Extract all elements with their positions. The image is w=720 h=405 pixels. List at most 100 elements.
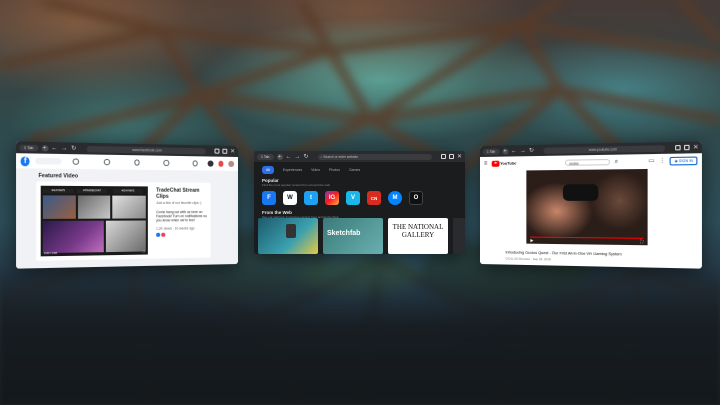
avatar[interactable] <box>228 160 235 167</box>
vr-experience-tile[interactable] <box>258 218 318 254</box>
search-input[interactable]: oculus <box>565 158 611 166</box>
play-icon[interactable]: ▶ <box>530 238 533 243</box>
forward-icon[interactable]: → <box>61 145 68 151</box>
close-icon[interactable]: ✕ <box>693 144 699 151</box>
instagram-icon[interactable]: IG <box>325 191 339 205</box>
oculus-icon[interactable]: O <box>409 191 423 205</box>
popular-sites: F W t IG V CN M O <box>254 187 465 209</box>
video-tag: #TRADECHAT <box>76 189 107 194</box>
vimeo-icon[interactable]: V <box>346 191 360 205</box>
tab-experiences[interactable]: Experiences <box>283 168 302 172</box>
more-tile[interactable] <box>453 218 465 254</box>
sketchfab-tile[interactable]: Sketchfab <box>323 218 383 254</box>
wikipedia-icon[interactable]: W <box>283 191 297 205</box>
refresh-icon[interactable]: ↻ <box>304 154 309 160</box>
tab-all[interactable]: All <box>262 166 274 174</box>
fullscreen-icon[interactable]: ⛶ <box>143 249 145 253</box>
refresh-icon[interactable]: ↻ <box>71 145 76 151</box>
national-gallery-tile[interactable]: THE NATIONAL GALLERY <box>388 218 448 254</box>
plus-icon[interactable]: + <box>276 153 283 160</box>
notifications-icon[interactable] <box>218 160 224 167</box>
menu-icon[interactable] <box>192 160 199 167</box>
tab-video[interactable]: Video <box>311 168 320 172</box>
robot-figure <box>286 224 296 238</box>
video-frame <box>42 195 76 219</box>
tab-count[interactable]: 1 Tab <box>482 148 500 155</box>
category-tabs: All Experiences Video Photos Games <box>254 162 465 174</box>
marketplace-icon[interactable] <box>133 159 140 166</box>
back-icon[interactable]: ← <box>51 145 58 152</box>
web-tiles: Sketchfab THE NATIONAL GALLERY <box>258 218 465 254</box>
video-title[interactable]: TradeChat Stream Clips <box>156 188 208 200</box>
video-player[interactable]: #GAYAM'S #TRADECHAT #GAYAM'S 0:00 / 0:46… <box>40 185 148 257</box>
search-icon[interactable]: ⌕ <box>615 158 619 164</box>
video-frame <box>105 220 146 253</box>
love-icon[interactable] <box>161 232 166 237</box>
facebook-logo[interactable]: f <box>20 155 30 166</box>
signin-label: SIGN IN <box>678 158 693 163</box>
plus-icon[interactable]: + <box>41 144 48 152</box>
bookmark-icon[interactable] <box>214 148 220 154</box>
search-input[interactable]: ⌕ Search or enter website <box>317 153 432 160</box>
video-player[interactable]: ▶ ⛶ <box>526 168 648 246</box>
messenger-icon[interactable] <box>207 160 214 167</box>
new-tab-content: All Experiences Video Photos Games Popul… <box>254 162 465 254</box>
address-bar[interactable]: www.youtube.com <box>543 144 666 154</box>
close-icon[interactable]: ✕ <box>457 154 462 160</box>
video-frame <box>526 168 648 246</box>
tab-count[interactable]: 1 Tab <box>257 153 274 160</box>
video-frame <box>78 195 111 219</box>
new-tab-browser-window[interactable]: 1 Tab + ← → ↻ ⌕ Search or enter website … <box>254 151 465 254</box>
share-icon[interactable] <box>448 154 454 159</box>
twitter-icon[interactable]: t <box>304 191 318 205</box>
address-bar[interactable]: www.facebook.com <box>86 145 206 154</box>
menu-icon[interactable]: ≡ <box>484 160 487 166</box>
back-icon[interactable]: ← <box>286 154 292 160</box>
bookmark-icon[interactable] <box>675 144 681 151</box>
cn-icon[interactable]: CN <box>367 191 381 205</box>
youtube-browser-window[interactable]: 1 Tab + ← → ↻ www.youtube.com ✕ ≡ YouTub… <box>480 141 702 269</box>
channel-meta: OCULUS Reviews · Sep 26, 2018 <box>505 256 551 262</box>
video-frame <box>42 220 104 254</box>
close-icon[interactable]: ✕ <box>230 148 235 154</box>
facebook-icon[interactable]: F <box>262 191 276 205</box>
video-tag: #GAYAM'S <box>42 188 74 194</box>
search-placeholder: Search or enter website <box>323 154 359 159</box>
forward-icon[interactable]: → <box>295 154 301 160</box>
tab-count[interactable]: 1 Tab <box>19 144 38 151</box>
back-icon[interactable]: ← <box>511 148 517 154</box>
watch-icon[interactable] <box>103 158 110 166</box>
tab-games[interactable]: Games <box>349 168 360 172</box>
section-title: Featured Video <box>38 172 79 180</box>
national-gallery-label: THE NATIONAL GALLERY <box>392 223 444 239</box>
messenger-icon[interactable]: M <box>388 191 402 205</box>
video-info: TradeChat Stream Clips Just a few of our… <box>156 188 208 237</box>
youtube-brand: YouTube <box>500 160 517 166</box>
youtube-logo[interactable]: YouTube <box>491 160 517 167</box>
groups-icon[interactable] <box>163 159 170 167</box>
popular-title: Popular <box>262 178 279 183</box>
featured-video-card[interactable]: #GAYAM'S #TRADECHAT #GAYAM'S 0:00 / 0:46… <box>36 181 211 261</box>
signin-button[interactable]: ◉ SIGN IN <box>670 155 698 165</box>
like-icon[interactable] <box>156 232 161 237</box>
share-icon[interactable] <box>683 144 690 151</box>
plus-icon[interactable]: + <box>502 147 508 155</box>
facebook-browser-window[interactable]: 1 Tab + ← → ↻ www.facebook.com ✕ f Featu… <box>16 141 239 269</box>
forward-icon[interactable]: → <box>520 148 526 154</box>
sketchfab-label: Sketchfab <box>327 230 361 237</box>
search-input[interactable] <box>35 157 62 165</box>
video-tag: #GAYAM'S <box>113 189 143 194</box>
camera-icon[interactable]: ▭ <box>648 158 654 164</box>
refresh-icon[interactable]: ↻ <box>529 147 534 153</box>
home-icon[interactable] <box>72 158 80 165</box>
facebook-content: Featured Video #GAYAM'S #TRADECHAT #GAYA… <box>16 168 239 269</box>
vr-headset <box>562 184 599 201</box>
video-subtitle: Just a few of our favorite clips :) <box>156 200 202 205</box>
video-time: 0:00 / 0:46 <box>44 251 58 256</box>
bookmark-icon[interactable] <box>440 154 446 159</box>
apps-icon[interactable]: ⋮ <box>659 158 666 164</box>
youtube-play-icon <box>491 160 500 167</box>
tab-photos[interactable]: Photos <box>329 168 340 172</box>
fullscreen-icon[interactable]: ⛶ <box>640 239 643 244</box>
share-icon[interactable] <box>222 148 228 154</box>
